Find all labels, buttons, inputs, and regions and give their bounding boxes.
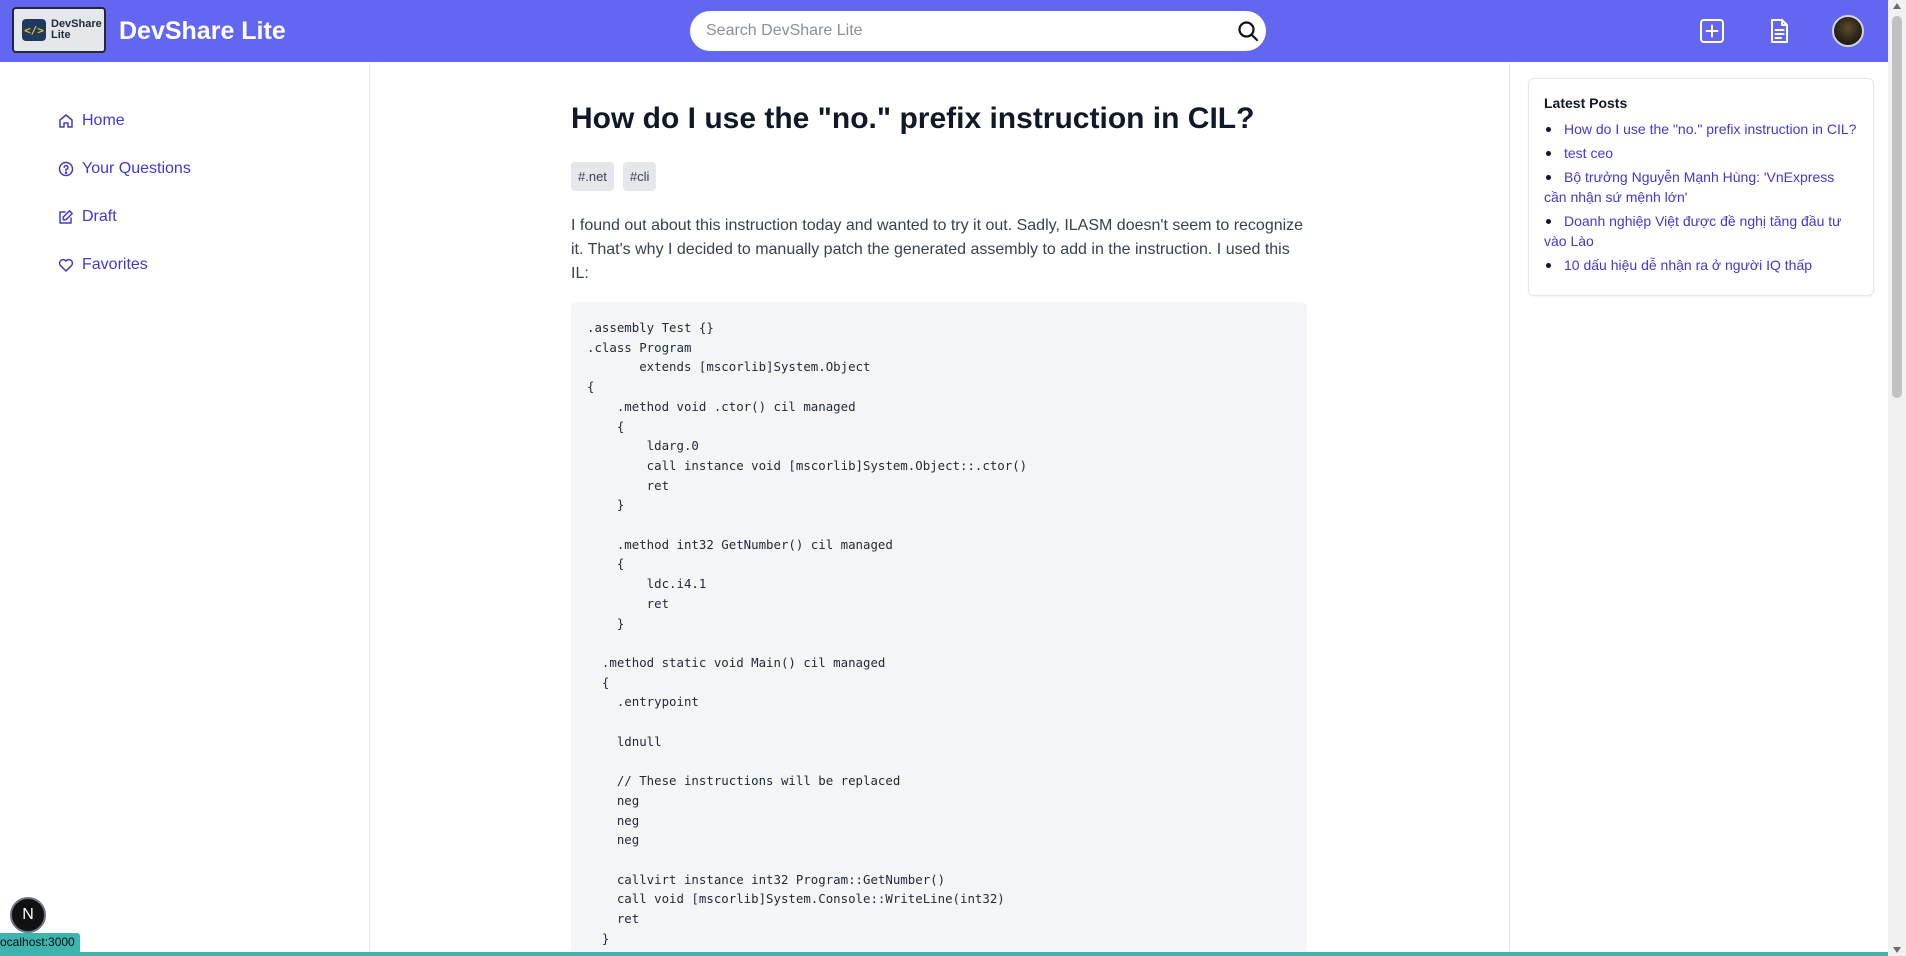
list-item: Bộ trưởng Nguyễn Mạnh Hùng: 'VnExpress c… bbox=[1544, 167, 1858, 207]
brand-name[interactable]: DevShare Lite bbox=[119, 17, 286, 46]
plus-square-icon[interactable] bbox=[1698, 17, 1726, 45]
list-item: How do I use the "no." prefix instructio… bbox=[1544, 119, 1858, 139]
code-block: .assembly Test {} .class Program extends… bbox=[571, 302, 1307, 956]
latest-posts-card: Latest Posts How do I use the "no." pref… bbox=[1528, 78, 1874, 296]
question-circle-icon bbox=[58, 161, 74, 177]
tag[interactable]: #cli bbox=[622, 162, 657, 191]
logo[interactable]: </> DevShare Lite bbox=[12, 7, 106, 53]
right-sidebar: Latest Posts How do I use the "no." pref… bbox=[1509, 62, 1888, 956]
latest-post-link[interactable]: 10 dấu hiệu dễ nhận ra ở người IQ thấp bbox=[1564, 257, 1812, 273]
code-content: .assembly Test {} .class Program extends… bbox=[587, 320, 1028, 946]
logo-text: DevShare Lite bbox=[51, 18, 102, 41]
sidebar-item-label: Your Questions bbox=[82, 160, 191, 177]
latest-post-link[interactable]: How do I use the "no." prefix instructio… bbox=[1564, 121, 1856, 137]
sidebar-item-draft[interactable]: Draft bbox=[58, 208, 117, 226]
post-detail: How do I use the "no." prefix instructio… bbox=[371, 62, 1509, 956]
code-icon: </> bbox=[22, 19, 46, 41]
latest-posts-title: Latest Posts bbox=[1544, 95, 1628, 111]
tag-list: #.net #cli bbox=[571, 162, 657, 191]
sidebar-item-label: Home bbox=[82, 112, 125, 129]
latest-posts-list: How do I use the "no." prefix instructio… bbox=[1544, 119, 1858, 275]
post-body: I found out about this instruction today… bbox=[571, 217, 1304, 282]
scrollbar-thumb[interactable] bbox=[1892, 16, 1902, 398]
list-item: 10 dấu hiệu dễ nhận ra ở người IQ thấp bbox=[1544, 255, 1858, 275]
status-bar-url: ocalhost:3000 bbox=[0, 933, 80, 952]
sidebar-item-home[interactable]: Home bbox=[58, 112, 125, 130]
heart-icon bbox=[58, 258, 74, 272]
latest-post-link[interactable]: Bộ trưởng Nguyễn Mạnh Hùng: 'VnExpress c… bbox=[1544, 169, 1834, 205]
latest-post-link[interactable]: test ceo bbox=[1564, 145, 1613, 161]
sidebar-item-label: Favorites bbox=[82, 256, 148, 273]
search-icon[interactable] bbox=[1236, 19, 1260, 43]
avatar[interactable] bbox=[1832, 15, 1864, 47]
sidebar-item-label: Draft bbox=[82, 208, 117, 225]
list-item: test ceo bbox=[1544, 143, 1858, 163]
page-scrollbar[interactable] bbox=[1888, 0, 1906, 956]
tag[interactable]: #.net bbox=[571, 162, 614, 191]
scroll-up-icon[interactable] bbox=[1893, 3, 1901, 9]
search-input[interactable] bbox=[690, 11, 1266, 51]
latest-post-link[interactable]: Doanh nghiệp Việt được đề nghị tăng đầu … bbox=[1544, 213, 1842, 249]
document-icon[interactable] bbox=[1765, 17, 1793, 45]
sidebar-item-your-questions[interactable]: Your Questions bbox=[58, 160, 191, 178]
post-title: How do I use the "no." prefix instructio… bbox=[571, 102, 1255, 135]
top-navbar: </> DevShare Lite DevShare Lite bbox=[0, 0, 1888, 62]
list-item: Doanh nghiệp Việt được đề nghị tăng đầu … bbox=[1544, 211, 1858, 251]
edit-icon bbox=[59, 210, 73, 224]
bottom-border bbox=[0, 952, 1888, 956]
sidebar-item-favorites[interactable]: Favorites bbox=[58, 256, 148, 274]
left-sidebar: Home Your Questions Draft Favorites bbox=[0, 62, 370, 956]
home-icon bbox=[59, 114, 73, 128]
scroll-down-icon[interactable] bbox=[1893, 947, 1901, 953]
nextjs-devtools-button[interactable]: N bbox=[10, 897, 46, 933]
